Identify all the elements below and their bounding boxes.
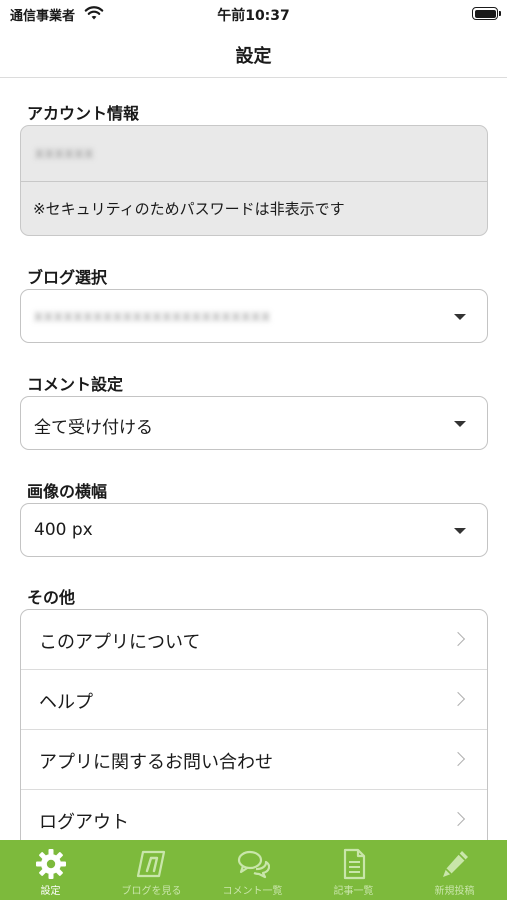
- document-icon: [343, 848, 365, 880]
- comment-setting-dropdown[interactable]: 全て受け付ける: [20, 396, 488, 450]
- tab-label: 新規投稿: [434, 886, 475, 897]
- chevron-right-icon: [450, 691, 466, 707]
- tab-label: コメント一覧: [222, 886, 283, 897]
- page-title: 設定: [235, 46, 272, 67]
- settings-screen: 通信事業者 午前10:37 設定 アカウント情報 xxxxxx ※セキュリティの…: [0, 0, 507, 900]
- menu-item-label: アプリに関するお問い合わせ: [39, 752, 273, 773]
- account-section-title: アカウント情報: [27, 104, 140, 123]
- menu-item-help[interactable]: ヘルプ: [21, 670, 487, 730]
- tab-label: 設定: [40, 886, 61, 897]
- dropdown-caret-icon: [454, 421, 466, 427]
- menu-item-label: ログアウト: [39, 812, 129, 833]
- tab-articles[interactable]: 記事一覧: [303, 840, 404, 900]
- status-bar: 通信事業者 午前10:37: [0, 0, 507, 30]
- comments-icon: [237, 850, 270, 879]
- status-time: 午前10:37: [217, 8, 290, 24]
- gear-icon: [35, 849, 66, 879]
- tab-comments[interactable]: コメント一覧: [202, 840, 303, 900]
- blog-select-value-redacted: xxxxxxxxxxxxxxxxxxxxxxxx: [34, 307, 272, 325]
- tab-view-blog[interactable]: ブログを見る: [101, 840, 202, 900]
- password-hidden-note: ※セキュリティのためパスワードは非表示です: [33, 200, 345, 218]
- tab-label: ブログを見る: [121, 886, 182, 897]
- other-section-title: その他: [27, 588, 76, 607]
- menu-item-about-app[interactable]: このアプリについて: [21, 610, 487, 670]
- navigation-bar: 設定: [0, 30, 507, 78]
- chevron-right-icon: [450, 751, 466, 767]
- tab-label: 記事一覧: [333, 886, 374, 897]
- blog-select-section-title: ブログ選択: [27, 268, 108, 287]
- battery-fill: [474, 9, 496, 18]
- pencil-icon: [442, 851, 468, 877]
- menu-item-label: このアプリについて: [39, 632, 201, 653]
- comment-setting-value: 全て受け付ける: [34, 418, 153, 438]
- comment-setting-section-title: コメント設定: [27, 375, 124, 394]
- dropdown-caret-icon: [454, 528, 466, 534]
- image-width-section-title: 画像の横幅: [27, 482, 108, 501]
- battery-icon: [472, 7, 501, 20]
- menu-item-label: ヘルプ: [39, 692, 93, 713]
- account-id-field: xxxxxx: [21, 126, 487, 182]
- menu-item-contact[interactable]: アプリに関するお問い合わせ: [21, 730, 487, 790]
- blog-icon: [136, 850, 165, 878]
- tab-bar: 設定 ブログを見る コメント一覧 記事一覧 新規投稿: [0, 840, 507, 900]
- dropdown-caret-icon: [454, 314, 466, 320]
- other-menu-list: このアプリについて ヘルプ アプリに関するお問い合わせ ログアウト: [20, 609, 488, 869]
- blog-select-dropdown[interactable]: xxxxxxxxxxxxxxxxxxxxxxxx: [20, 289, 488, 343]
- account-info-box: xxxxxx ※セキュリティのためパスワードは非表示です: [20, 125, 488, 236]
- image-width-value: 400 px: [34, 520, 93, 540]
- tab-settings[interactable]: 設定: [0, 840, 101, 900]
- image-width-dropdown[interactable]: 400 px: [20, 503, 488, 557]
- chevron-right-icon: [450, 811, 466, 827]
- account-id-redacted: xxxxxx: [35, 144, 95, 162]
- chevron-right-icon: [450, 631, 466, 647]
- tab-new-post[interactable]: 新規投稿: [404, 840, 505, 900]
